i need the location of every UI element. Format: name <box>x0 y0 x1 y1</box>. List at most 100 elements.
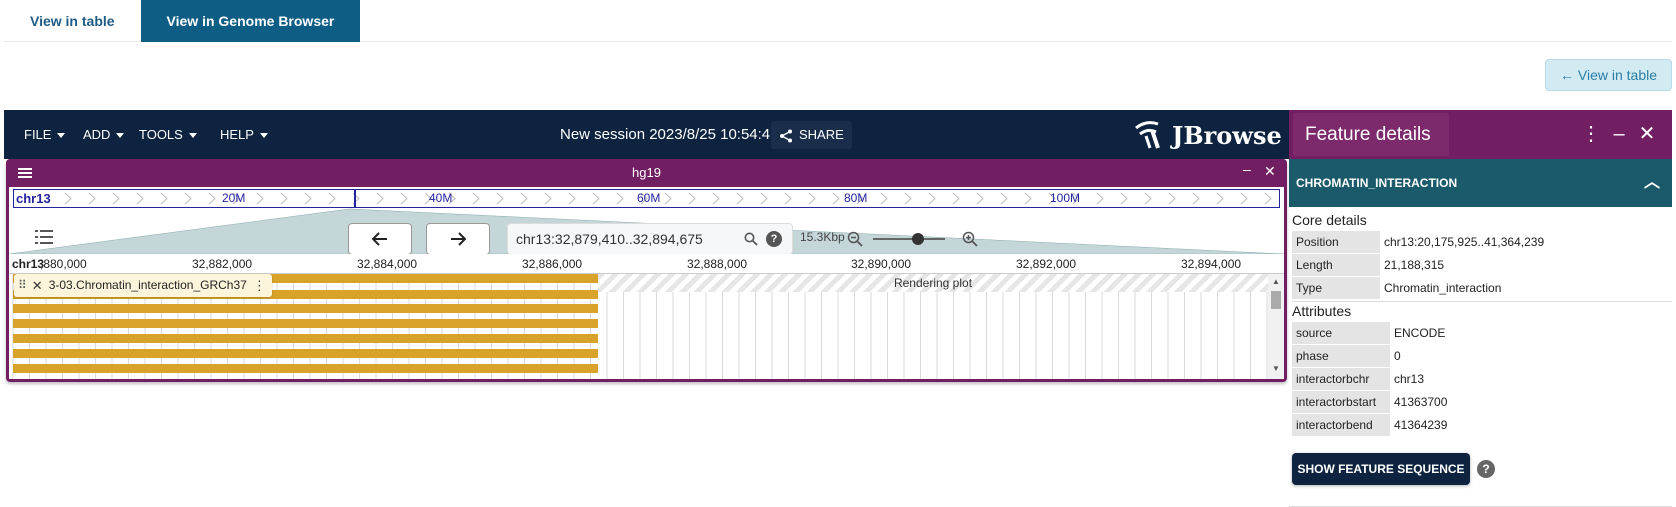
feature-bar[interactable] <box>13 319 598 328</box>
overview-chevron <box>664 192 672 205</box>
share-label: SHARE <box>799 127 844 142</box>
pan-right-button[interactable] <box>426 223 490 255</box>
overview-tick: 20M <box>222 191 246 205</box>
section-divider <box>1292 301 1672 302</box>
scroll-up-icon[interactable]: ▲ <box>1272 277 1280 286</box>
ruler-label: 32,886,000 <box>522 257 583 271</box>
menu-file[interactable]: FILE <box>24 110 66 159</box>
coordinate-ruler[interactable]: chr13 ,880,000 32,882,000 32,884,000 32,… <box>9 254 1284 274</box>
scrollbar-thumb[interactable] <box>1271 291 1281 309</box>
track-menu-icon[interactable]: ⋮ <box>253 274 266 297</box>
view-title: hg19 <box>632 165 661 180</box>
show-feature-sequence-button[interactable]: SHOW FEATURE SEQUENCE <box>1292 453 1470 485</box>
feature-details-menu-button[interactable]: Feature details <box>1293 113 1449 181</box>
minimize-icon[interactable]: – <box>1607 110 1631 159</box>
overview-chevron <box>1240 192 1248 205</box>
help-icon[interactable]: ? <box>1477 460 1495 478</box>
location-value: chr13:32,879,410..32,894,675 <box>516 231 703 247</box>
menu-add[interactable]: ADD <box>83 110 125 159</box>
menu-tools[interactable]: TOOLS <box>139 110 197 159</box>
ruler-label: 32,884,000 <box>357 257 418 271</box>
overview-chevron <box>688 192 696 205</box>
back-to-table-button[interactable]: ← View in table <box>1545 59 1672 91</box>
search-icon[interactable] <box>744 232 758 246</box>
feature-bar[interactable] <box>13 304 598 313</box>
arrow-right-icon <box>451 232 466 246</box>
view-titlebar: hg19 – ✕ <box>6 159 1287 187</box>
overview-chevron <box>184 192 192 205</box>
chevron-down-icon <box>57 133 66 139</box>
zoom-slider-thumb[interactable] <box>911 233 924 245</box>
attribute-value: ENCODE <box>1394 326 1446 340</box>
overview-chevron <box>208 192 216 205</box>
overview-chevron <box>88 192 96 205</box>
track-scrollbar[interactable]: ▲ ▼ <box>1268 274 1284 379</box>
view-minimize-icon[interactable]: – <box>1243 161 1251 177</box>
overview-tick: 60M <box>637 191 661 205</box>
chromatin-interaction-track[interactable]: Rendering plot ⠿ ✕ 3-03.Chromatin_intera… <box>9 274 1268 379</box>
ruler-label: 32,894,000 <box>1181 257 1242 271</box>
overview-chevron <box>1024 192 1032 205</box>
overview-chevron <box>496 192 504 205</box>
attribute-row: interactorbchr chr13 <box>1292 368 1672 391</box>
feature-bar[interactable] <box>13 334 598 343</box>
zoom-out-icon[interactable] <box>847 231 863 247</box>
zoom-in-icon[interactable] <box>962 231 978 247</box>
location-search-input[interactable]: chr13:32,879,410..32,894,675 ? <box>507 223 793 255</box>
chromosome-overview[interactable]: chr13 20M 40M 60M 80M 100M <box>13 189 1280 208</box>
overview-chevron <box>304 192 312 205</box>
overview-chevron <box>736 192 744 205</box>
overview-chevron <box>544 192 552 205</box>
tab-bar: View in table View in Genome Browser <box>4 0 1672 42</box>
overview-chevron <box>568 192 576 205</box>
overview-chevron <box>928 192 936 205</box>
jbrowse-header: FILE ADD TOOLS HELP New session 2023/8/2… <box>4 110 1289 159</box>
overview-chevron <box>592 192 600 205</box>
pan-left-button[interactable] <box>348 223 412 255</box>
menu-help[interactable]: HELP <box>220 110 268 159</box>
chevron-up-icon[interactable]: ︿ <box>1644 159 1660 207</box>
more-vert-icon[interactable]: ⋮ <box>1579 110 1603 159</box>
track-selector-icon[interactable] <box>35 229 53 245</box>
overview-chevron <box>280 192 288 205</box>
close-icon[interactable]: ✕ <box>1635 110 1659 159</box>
close-track-icon[interactable]: ✕ <box>32 274 43 297</box>
overview-chevron <box>328 192 336 205</box>
view-close-icon[interactable]: ✕ <box>1264 163 1276 180</box>
tab-view-in-genome-browser[interactable]: View in Genome Browser <box>140 0 361 42</box>
overview-chevron <box>952 192 960 205</box>
core-detail-value: chr13:20,175,925..41,364,239 <box>1384 235 1545 249</box>
session-title[interactable]: New session 2023/8/25 10:54:41 <box>560 110 779 159</box>
overview-tick: 100M <box>1050 191 1081 205</box>
zoom-slider[interactable] <box>873 233 945 245</box>
overview-chevron <box>1096 192 1104 205</box>
core-detail-value: 21,188,315 <box>1384 258 1445 272</box>
core-detail-row: Position chr13:20,175,925..41,364,239 <box>1292 231 1672 254</box>
overview-chevron <box>472 192 480 205</box>
overview-chevron <box>376 192 384 205</box>
feature-type-section-header[interactable]: CHROMATIN_INTERACTION ︿ <box>1289 159 1672 207</box>
share-button[interactable]: SHARE <box>771 121 852 149</box>
track-name: 3-03.Chromatin_interaction_GRCh37 <box>48 278 247 292</box>
scroll-down-icon[interactable]: ▼ <box>1272 364 1280 373</box>
core-detail-key: Position <box>1292 231 1380 253</box>
attribute-row: source ENCODE <box>1292 322 1672 345</box>
jbrowse-logo-icon <box>1135 121 1160 149</box>
overview-chevron <box>1000 192 1008 205</box>
view-menu-icon[interactable] <box>18 167 32 179</box>
drag-handle-icon[interactable]: ⠿ <box>18 274 27 297</box>
overview-chevron <box>904 192 912 205</box>
help-icon[interactable]: ? <box>766 231 782 247</box>
menu-file-label: FILE <box>24 127 52 142</box>
feature-details-panel: CHROMATIN_INTERACTION ︿ Core details Pos… <box>1289 159 1672 507</box>
tab-view-in-table[interactable]: View in table <box>4 0 141 42</box>
overview-chevron <box>520 192 528 205</box>
logo-text: JBrowse <box>1172 120 1282 150</box>
feature-bar[interactable] <box>13 349 598 358</box>
overview-chevron <box>1192 192 1200 205</box>
overview-chevron <box>112 192 120 205</box>
feature-bar[interactable] <box>13 364 598 373</box>
attribute-row: phase 0 <box>1292 345 1672 368</box>
overview-chromosome-label: chr13 <box>16 191 51 206</box>
navigation-bar: chr13:32,879,410..32,894,675 ? 15.3Kbp <box>9 209 1284 259</box>
